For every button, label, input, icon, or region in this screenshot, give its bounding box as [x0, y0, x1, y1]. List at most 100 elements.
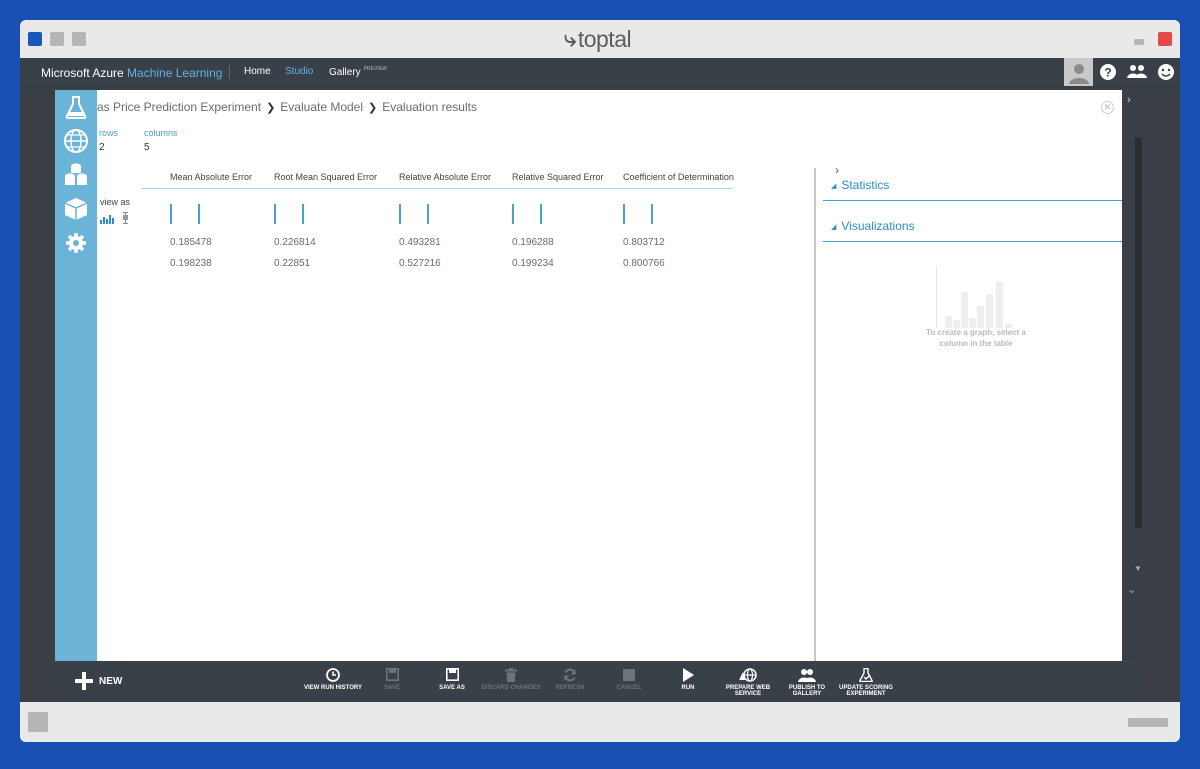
collapse-triangle-icon: ◢	[831, 224, 837, 231]
cancel-button[interactable]: CANCEL	[597, 667, 661, 691]
experiment-toolbar: NEW VIEW RUN HISTORY SAVE SAVE AS DISCAR…	[55, 661, 1140, 702]
prepare-web-service-button[interactable]: PREPARE WEB SERVICE	[716, 667, 780, 697]
toolbar-label: CANCEL	[616, 685, 642, 691]
trained-models-icon[interactable]	[61, 194, 91, 224]
status-square-icon	[28, 712, 48, 732]
publish-to-gallery-button[interactable]: PUBLISH TO GALLERY	[775, 667, 839, 697]
nav-studio-link[interactable]: Studio	[285, 66, 313, 77]
chevron-right-icon: ❯	[266, 102, 276, 114]
rows-value: 2	[99, 142, 105, 153]
experiments-icon[interactable]	[61, 92, 91, 122]
scrollbar-track[interactable]	[1135, 138, 1142, 528]
column-histogram-bar[interactable]	[512, 204, 514, 224]
table-header-divider	[142, 188, 732, 189]
browser-titlebar: ⤷ toptal	[20, 20, 1180, 58]
placeholder-bar	[977, 306, 984, 328]
avatar-icon[interactable]	[1064, 58, 1093, 86]
column-histogram-bar[interactable]	[399, 204, 401, 224]
save-as-button[interactable]: SAVE AS	[420, 667, 484, 691]
statistics-section-header[interactable]: ◢ Statistics	[823, 178, 1140, 201]
column-histogram-bar[interactable]	[302, 204, 304, 224]
help-icon[interactable]: ?	[1093, 58, 1122, 86]
settings-icon[interactable]	[61, 228, 91, 258]
window-control-grey[interactable]	[50, 32, 64, 46]
product-name: Microsoft Azure	[41, 66, 124, 80]
product-name-accent: Machine Learning	[127, 66, 223, 80]
table-cell[interactable]: 0.199234	[512, 258, 554, 269]
top-icon-group: ?	[1064, 58, 1180, 86]
column-header[interactable]: Relative Squared Error	[512, 172, 604, 182]
evaluation-results-panel: as Price Prediction Experiment ❯ Evaluate …	[97, 90, 1140, 661]
refresh-button[interactable]: REFRESH	[538, 667, 602, 691]
azure-ml-studio: Microsoft Azure Machine Learning Home St…	[20, 58, 1180, 702]
chevron-down-icon[interactable]: ⌄	[1127, 583, 1136, 596]
minimize-button[interactable]	[1134, 39, 1144, 45]
web-services-icon[interactable]	[61, 126, 91, 156]
table-cell[interactable]: 0.800766	[623, 258, 665, 269]
columns-label: columns	[144, 128, 178, 138]
table-cell[interactable]: 0.22851	[274, 258, 310, 269]
new-button[interactable]: NEW	[75, 672, 122, 690]
chevron-right-icon[interactable]: ›	[835, 163, 839, 177]
columns-value: 5	[144, 142, 150, 153]
window-control-blue[interactable]	[28, 32, 42, 46]
discard-changes-button[interactable]: DISCARD CHANGES	[479, 667, 543, 691]
run-button[interactable]: RUN	[656, 667, 720, 691]
feedback-icon[interactable]	[1151, 58, 1180, 86]
column-histogram-bar[interactable]	[540, 204, 542, 224]
window-control-grey[interactable]	[72, 32, 86, 46]
toolbar-label: EXPERIMENT	[846, 691, 886, 697]
nav-home-link[interactable]: Home	[244, 66, 271, 77]
play-icon	[656, 667, 720, 682]
nav-divider	[229, 65, 230, 79]
save-button[interactable]: SAVE	[360, 667, 424, 691]
top-navigation: Microsoft Azure Machine Learning Home St…	[20, 58, 1180, 86]
toolbar-label: GALLERY	[792, 691, 822, 697]
histogram-view-icon[interactable]	[100, 211, 115, 229]
toolbar-label: RUN	[681, 685, 695, 691]
nav-gallery-link[interactable]: Gallery PREVIEW	[329, 66, 387, 78]
table-cell[interactable]: 0.493281	[399, 237, 441, 248]
boxplot-view-icon[interactable]	[122, 211, 129, 229]
column-histogram-bar[interactable]	[651, 204, 653, 224]
save-icon	[360, 667, 424, 682]
visualizations-label: Visualizations	[841, 219, 915, 233]
column-histogram-bar[interactable]	[274, 204, 276, 224]
table-cell[interactable]: 0.185478	[170, 237, 212, 248]
visualizations-section-header[interactable]: ◢ Visualizations	[823, 219, 1140, 242]
chevron-right-icon[interactable]: ›	[1127, 94, 1131, 106]
close-icon[interactable]: ✕	[1101, 101, 1114, 114]
preview-badge: PREVIEW	[363, 66, 387, 72]
new-label: NEW	[99, 675, 123, 687]
panel-splitter[interactable]	[814, 168, 816, 661]
close-window-button[interactable]	[1158, 32, 1172, 46]
table-cell[interactable]: 0.226814	[274, 237, 316, 248]
community-icon[interactable]	[1122, 58, 1151, 86]
table-cell[interactable]: 0.196288	[512, 237, 554, 248]
trash-icon	[479, 667, 543, 682]
plus-icon	[75, 672, 93, 690]
column-header[interactable]: Coefficient of Determination	[623, 172, 734, 182]
datasets-icon[interactable]	[61, 160, 91, 190]
product-title: Microsoft Azure Machine Learning	[41, 66, 222, 80]
view-run-history-button[interactable]: VIEW RUN HISTORY	[301, 667, 365, 691]
toolbar-label: SAVE	[384, 685, 400, 691]
column-histogram-bar[interactable]	[427, 204, 429, 224]
table-cell[interactable]: 0.803712	[623, 237, 665, 248]
breadcrumb-experiment[interactable]: as Price Prediction Experiment	[97, 100, 261, 114]
table-cell[interactable]: 0.527216	[399, 258, 441, 269]
column-header[interactable]: Mean Absolute Error	[170, 172, 252, 182]
column-histogram-bar[interactable]	[623, 204, 625, 224]
update-scoring-experiment-button[interactable]: UPDATE SCORING EXPERIMENT	[834, 667, 898, 697]
column-histogram-bar[interactable]	[198, 204, 200, 224]
stop-icon	[597, 667, 661, 682]
column-histogram-bar[interactable]	[170, 204, 172, 224]
toolbar-label: SAVE AS	[439, 685, 465, 691]
scroll-down-arrow-icon[interactable]: ▼	[1134, 564, 1142, 573]
placeholder-bar	[996, 282, 1003, 328]
breadcrumb-module[interactable]: Evaluate Model	[280, 100, 363, 114]
column-header[interactable]: Relative Absolute Error	[399, 172, 491, 182]
visualization-hint-line: column in the table	[939, 339, 1013, 348]
table-cell[interactable]: 0.198238	[170, 258, 212, 269]
column-header[interactable]: Root Mean Squared Error	[274, 172, 377, 182]
